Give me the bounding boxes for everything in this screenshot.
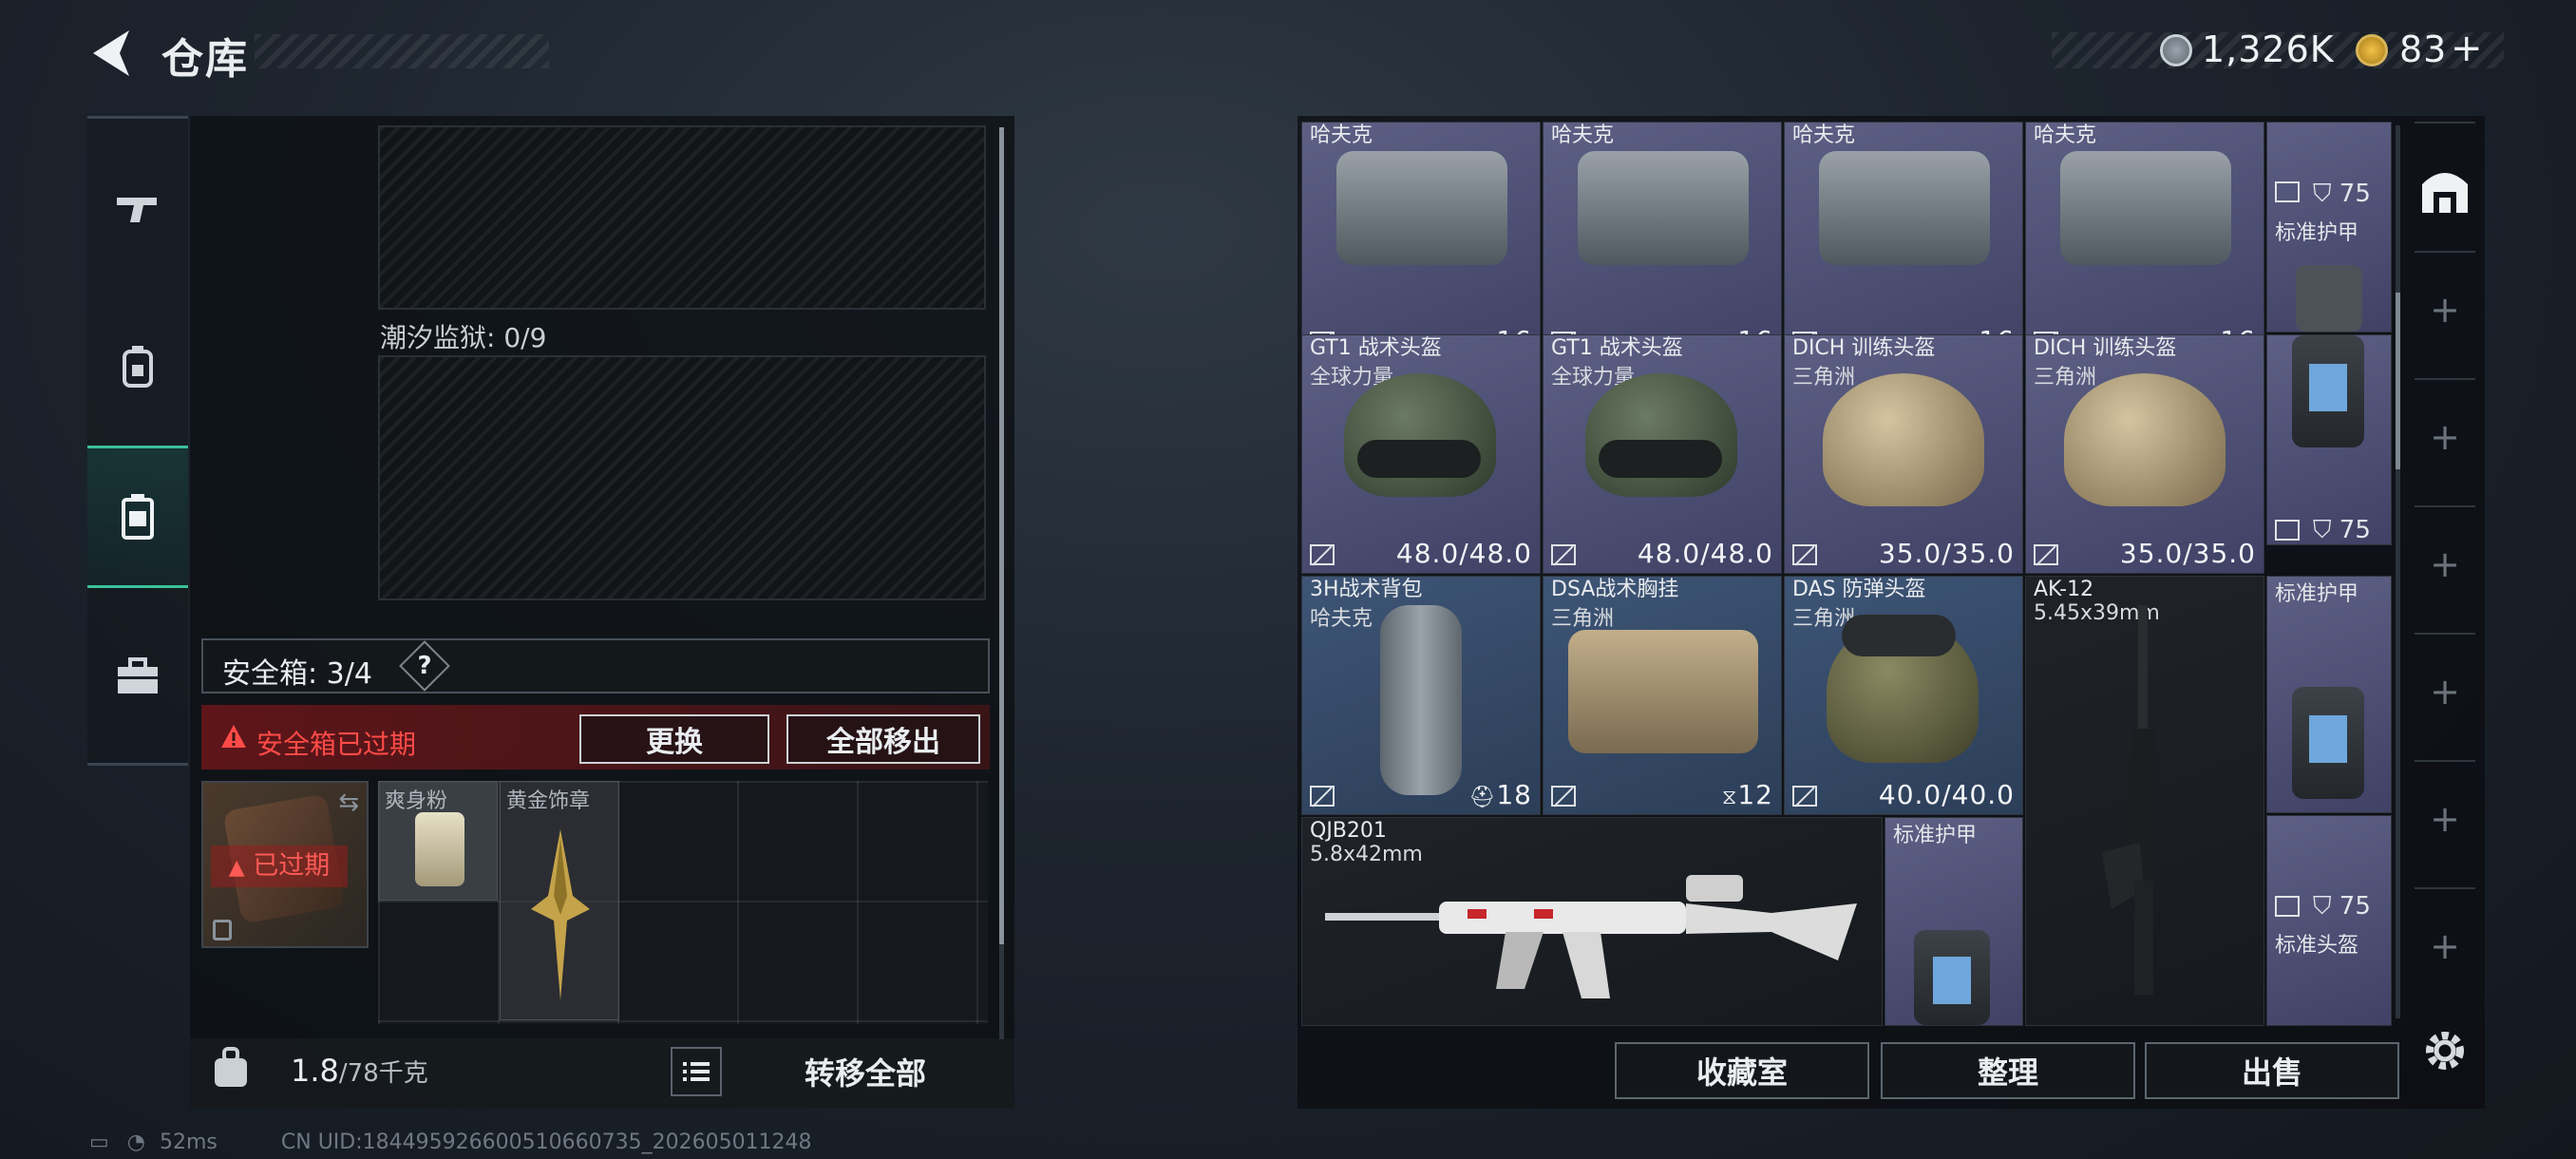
stash-item-chest-rig[interactable]: DSA战术胸挂 三角洲 ⧖12 [1543, 576, 1782, 815]
stash-item-helmet[interactable]: ⛉ 75 标准头盔 [2266, 815, 2392, 1026]
list-view-button[interactable] [671, 1047, 722, 1096]
prison-slot-area[interactable] [378, 355, 986, 600]
add-stash-tab-button[interactable]: + [2409, 416, 2481, 458]
no-bind-icon [1551, 544, 1576, 565]
stash-item-qjb201[interactable]: QJB201 5.8x42mm [1301, 817, 1883, 1026]
silver-amount: 1,326K [2202, 28, 2335, 70]
organize-button[interactable]: 整理 [1881, 1042, 2135, 1099]
shield-icon: ⛉ [2313, 180, 2332, 208]
no-bind-icon [1310, 544, 1335, 565]
stash-item-bag[interactable]: 哈夫克 ⧖16 [1784, 122, 2023, 361]
no-bind-icon [2034, 544, 2058, 565]
gold-amount: 83 [2399, 28, 2448, 70]
stash-item-bag[interactable]: 哈夫克 ⧖16 [2025, 122, 2264, 361]
nav-backpack[interactable] [87, 295, 188, 438]
backpack-capacity-icon: ⛑ [1468, 786, 1497, 809]
stash-item-helmet[interactable]: DAS 防弹头盔 三角洲 40.0/40.0 [1784, 576, 2023, 815]
stash-item-bag[interactable]: 哈夫克 ⧖16 [1301, 122, 1541, 361]
gold-coin-icon [2356, 34, 2388, 66]
add-stash-tab-button[interactable]: + [2409, 671, 2481, 712]
toolbox-icon [118, 657, 158, 694]
battery-icon: ▭ [89, 1130, 109, 1154]
add-stash-tab-button[interactable]: + [2409, 925, 2481, 967]
stash-item-bag[interactable]: 哈夫克 ⧖16 [1543, 122, 1782, 361]
stash-main-tab[interactable] [2416, 163, 2473, 220]
no-bind-icon [1792, 786, 1817, 807]
page-title: 仓库 [161, 35, 249, 84]
no-bind-icon [1310, 786, 1335, 807]
backpack-icon [123, 346, 153, 388]
gun-icon [117, 198, 157, 222]
add-stash-tab-button[interactable]: + [2409, 289, 2481, 331]
vault-icon [2422, 173, 2468, 213]
stash-item-helmet[interactable]: GT1 战术头盔 全球力量 48.0/48.0 [1543, 334, 1782, 574]
add-currency-button[interactable]: + [2451, 27, 2484, 70]
silver-coin-icon [2160, 34, 2192, 66]
stash-scrollbar-thumb[interactable] [2396, 293, 2400, 469]
stash-item-armor[interactable]: 标准护甲 [1885, 817, 2023, 1026]
wifi-icon: ◔ [126, 1130, 145, 1154]
stash-item-armor[interactable]: ⛉ 75 标准护甲 [2266, 122, 2392, 332]
stash-scrollbar[interactable] [2396, 125, 2400, 1018]
safebox-item-powder[interactable]: 爽身粉 [378, 781, 498, 901]
nav-toolbox[interactable] [87, 605, 188, 748]
nav-safebox[interactable] [87, 446, 188, 588]
replace-button[interactable]: 更换 [579, 714, 769, 764]
left-scrollbar-thumb[interactable] [999, 127, 1004, 944]
status-bar: ▭ ◔ 52ms CN UID:18449592660051066073​5_2… [89, 1130, 812, 1154]
no-bind-icon [1792, 544, 1817, 565]
weight-icon [213, 1047, 249, 1092]
stash-item-helmet[interactable]: DICH 训练头盔 三角洲 35.0/35.0 [2025, 334, 2264, 574]
sell-button[interactable]: 出售 [2145, 1042, 2399, 1099]
add-stash-tab-button[interactable]: + [2409, 543, 2481, 585]
stash-item-helmet[interactable]: DICH 训练头盔 三角洲 35.0/35.0 [1784, 334, 2023, 574]
add-stash-tab-button[interactable]: + [2409, 798, 2481, 840]
safebox-title: 安全箱: 3/4 [222, 657, 372, 691]
expired-notice-text: 安全箱已过期 [256, 729, 417, 760]
no-bind-icon [1551, 786, 1576, 807]
lock-icon [213, 920, 232, 940]
no-bind-icon [2275, 520, 2300, 541]
shield-icon: ⛉ [2313, 516, 2332, 544]
move-all-out-button[interactable]: 全部移出 [786, 714, 980, 764]
stash-item-armor[interactable]: 标准护甲 [2266, 576, 2392, 813]
empty-slot-area[interactable] [378, 125, 986, 310]
shield-icon: ⛉ [2313, 892, 2332, 921]
stash-item-armor[interactable]: ⛉ 75 [2266, 334, 2392, 545]
safebox-item-gold-badge[interactable]: 黄金饰章 [500, 781, 619, 1020]
container-icon [122, 494, 154, 540]
expired-badge: ▲ 已过期 [211, 846, 348, 887]
uid-text: CN UID:18449592660051066073​5_2026050112… [280, 1130, 812, 1154]
weight-value: 1.8/78千克 [291, 1053, 428, 1089]
stash-grid: 哈夫克 ⧖16 哈夫克 ⧖16 哈夫克 ⧖16 哈夫克 ⧖16 ⛉ 75 标准护… [1301, 122, 2392, 1026]
warning-icon: ▲ [228, 856, 245, 880]
settings-gear-icon[interactable] [2420, 1026, 2470, 1075]
list-icon [683, 1062, 710, 1081]
armor-level: ⛉ 75 [2313, 180, 2371, 208]
swap-icon: ⇆ [338, 788, 359, 817]
stash-tabs: + + + + + + [2409, 122, 2481, 1026]
stash-item-backpack[interactable]: 3H战术背包 哈夫克 ⛑18 [1301, 576, 1541, 815]
no-bind-icon [2275, 896, 2300, 917]
back-arrow-icon[interactable] [87, 27, 135, 80]
category-nav [87, 116, 188, 766]
title-decoration [255, 34, 549, 68]
no-bind-icon [2275, 181, 2300, 202]
stash-item-helmet[interactable]: GT1 战术头盔 全球力量 48.0/48.0 [1301, 334, 1541, 574]
warning-icon [220, 724, 247, 752]
nav-weapons[interactable] [87, 138, 188, 280]
durability-value: 48.0/48.0 [1395, 538, 1532, 569]
transfer-all-button[interactable]: 转移全部 [733, 1045, 997, 1098]
collection-room-button[interactable]: 收藏室 [1615, 1042, 1869, 1099]
stash-item-ak12[interactable]: AK-12 5.45x39mm [2025, 576, 2264, 1026]
prison-counter: 潮汐监狱: 0/9 [380, 322, 547, 353]
ping-value: 52ms [160, 1130, 218, 1154]
